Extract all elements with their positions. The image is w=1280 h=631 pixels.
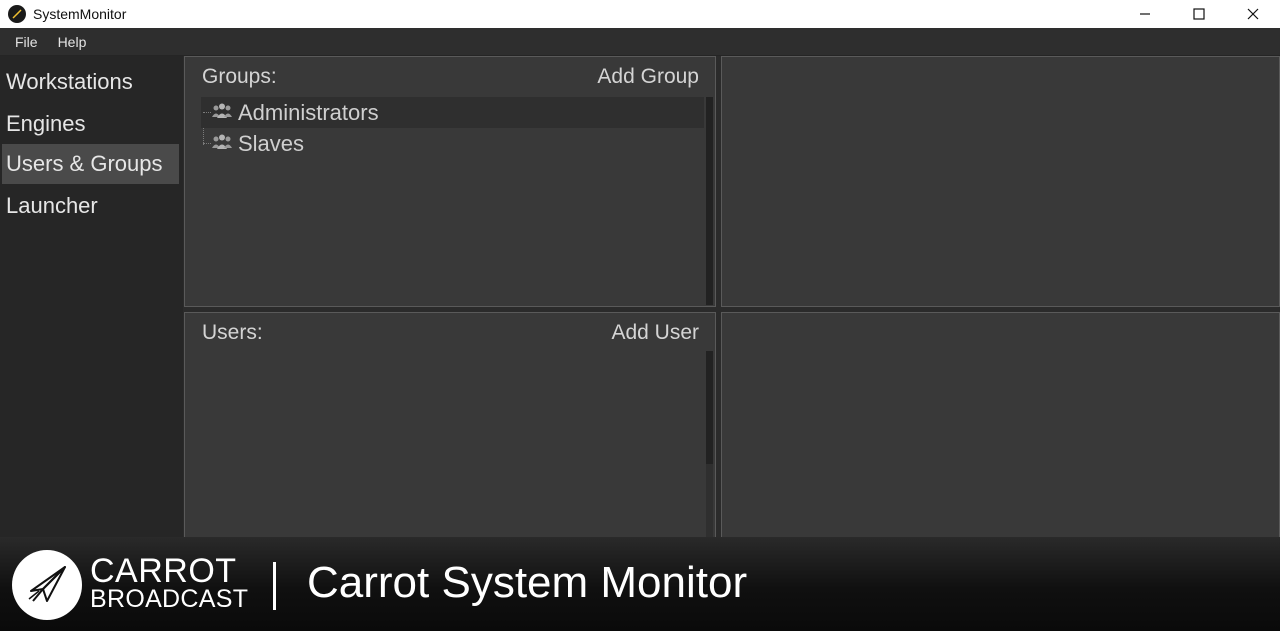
banner-title: Carrot System Monitor	[307, 558, 748, 607]
group-label: Administrators	[238, 100, 379, 125]
carrot-logo	[12, 550, 82, 620]
brand-name-top: CARROT	[90, 552, 237, 590]
minimize-button[interactable]	[1118, 0, 1172, 28]
sidebar-item-launcher[interactable]: Launcher	[2, 186, 179, 226]
brand-name-bottom: BROADCAST	[90, 585, 249, 613]
tree-branch	[203, 112, 211, 113]
title-bar: SystemMonitor	[0, 0, 1280, 28]
menu-help[interactable]: Help	[50, 28, 95, 56]
maximize-button[interactable]	[1172, 0, 1226, 28]
maximize-icon	[1193, 8, 1205, 20]
group-item-administrators[interactable]: Administrators	[201, 97, 704, 128]
sidebar: Workstations Engines Users & Groups Laun…	[0, 56, 183, 537]
groups-title: Groups:	[202, 65, 277, 88]
menu-bar: File Help	[0, 28, 1280, 56]
minimize-icon	[1140, 13, 1150, 15]
users-scrollbar[interactable]	[706, 351, 713, 539]
add-group-button[interactable]: Add Group	[597, 65, 699, 89]
group-detail-panel	[721, 56, 1280, 307]
users-panel: Users: Add User	[184, 312, 716, 539]
groups-panel: Groups: Add Group Administrators Slaves	[184, 56, 716, 307]
users-scroll-thumb[interactable]	[706, 351, 713, 464]
groups-scroll-thumb[interactable]	[706, 97, 713, 305]
close-button[interactable]	[1226, 0, 1280, 28]
groups-scrollbar[interactable]	[706, 97, 713, 305]
menu-file[interactable]: File	[7, 28, 46, 56]
sidebar-item-workstations[interactable]: Workstations	[2, 62, 179, 102]
banner-divider	[273, 562, 276, 610]
users-group-icon	[212, 134, 232, 149]
users-panel-header: Users: Add User	[185, 313, 715, 353]
users-group-icon	[212, 103, 232, 118]
user-detail-panel	[721, 312, 1280, 538]
close-icon	[1247, 8, 1259, 20]
paper-plane-icon	[28, 566, 66, 602]
users-title: Users:	[202, 321, 263, 344]
tree-branch	[203, 143, 211, 144]
sidebar-item-engines[interactable]: Engines	[2, 104, 179, 144]
sidebar-item-users-groups[interactable]: Users & Groups	[2, 144, 179, 184]
brand-banner: CARROT BROADCAST Carrot System Monitor	[0, 537, 1280, 631]
group-item-slaves[interactable]: Slaves	[201, 128, 704, 159]
window-controls	[1118, 0, 1280, 28]
add-user-button[interactable]: Add User	[611, 321, 699, 345]
groups-panel-header: Groups: Add Group	[185, 57, 715, 97]
group-label: Slaves	[238, 131, 305, 156]
app-icon	[8, 5, 26, 23]
window-title: SystemMonitor	[33, 6, 127, 22]
